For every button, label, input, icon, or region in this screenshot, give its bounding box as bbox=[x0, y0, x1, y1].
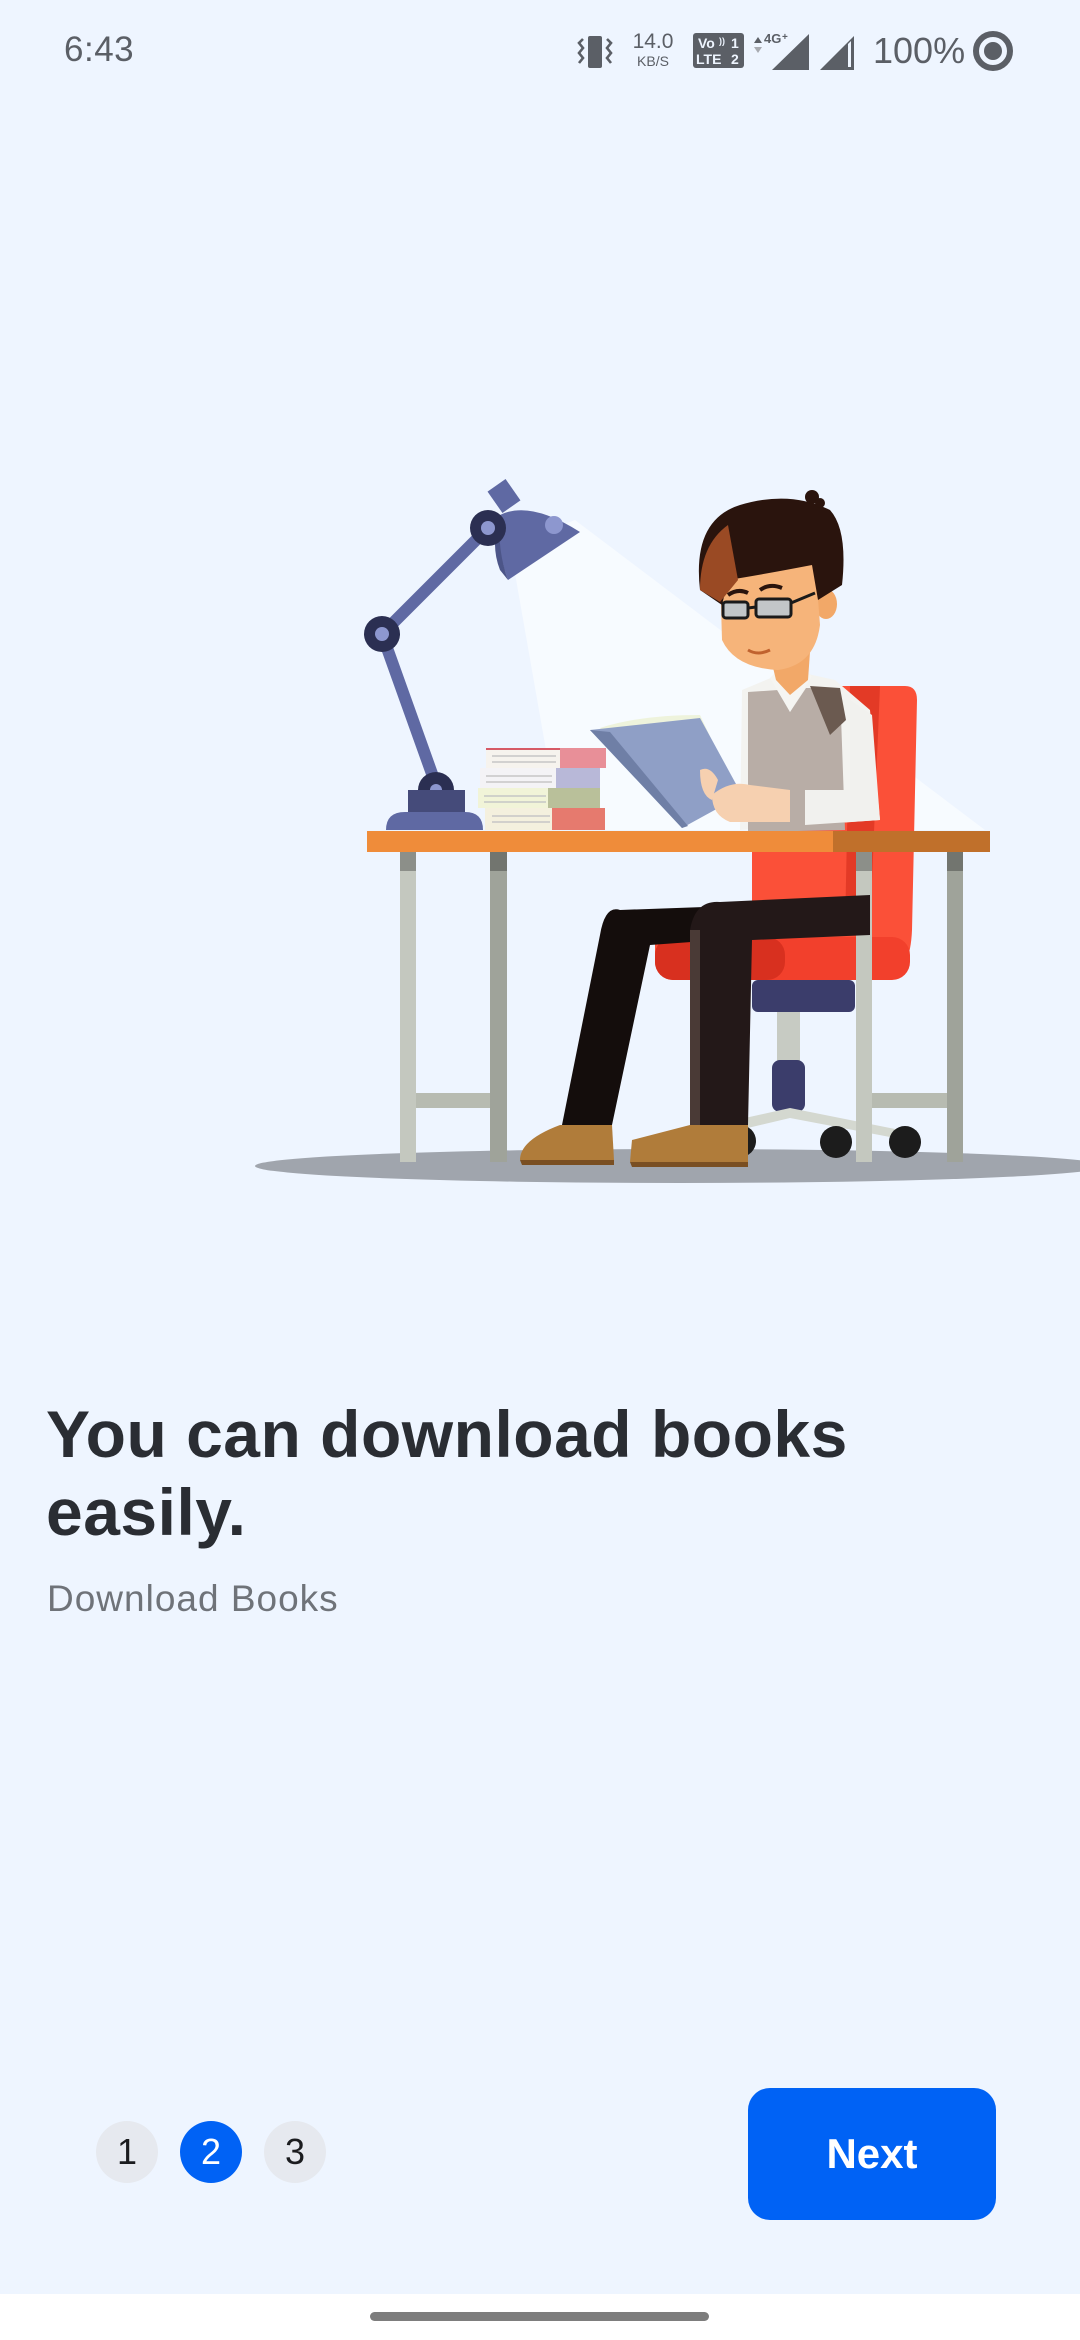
page-indicator-3[interactable]: 3 bbox=[264, 2121, 326, 2183]
signal-icon bbox=[820, 36, 854, 70]
onboarding-subtitle: Download Books bbox=[47, 1578, 339, 1619]
vibrate-icon bbox=[577, 36, 613, 68]
status-icons: 14.0 KB/S Vo )) 1 LTE 2 4G + 100% bbox=[570, 26, 1050, 76]
volte-icon: Vo )) 1 LTE 2 bbox=[693, 33, 744, 68]
network-speed-value: 14.0 bbox=[632, 30, 674, 53]
svg-text:+: + bbox=[782, 32, 788, 43]
onboarding-illustration bbox=[255, 479, 1080, 1183]
status-time: 6:43 bbox=[64, 30, 135, 69]
next-button[interactable]: Next bbox=[748, 2088, 996, 2220]
network-speed: 14.0 KB/S bbox=[630, 31, 676, 68]
home-gesture-handle[interactable] bbox=[370, 2312, 709, 2321]
svg-text:Vo: Vo bbox=[698, 35, 715, 51]
svg-text:4G: 4G bbox=[764, 32, 781, 46]
navigation-bar bbox=[0, 2294, 1080, 2340]
book-stack bbox=[478, 748, 606, 830]
svg-text:)): )) bbox=[719, 36, 725, 46]
signal-4g-icon: 4G + bbox=[754, 32, 809, 70]
network-speed-unit: KB/S bbox=[637, 53, 669, 69]
page-indicator-1[interactable]: 1 bbox=[96, 2121, 158, 2183]
person-legs bbox=[520, 895, 870, 1167]
battery-percent: 100% bbox=[873, 30, 966, 71]
page-indicator-2[interactable]: 2 bbox=[180, 2121, 242, 2183]
svg-text:2: 2 bbox=[731, 51, 739, 67]
battery-saver-icon bbox=[973, 31, 1013, 71]
svg-text:LTE: LTE bbox=[696, 51, 721, 67]
svg-text:1: 1 bbox=[731, 35, 739, 51]
onboarding-title: You can download books easily. bbox=[46, 1397, 848, 1549]
